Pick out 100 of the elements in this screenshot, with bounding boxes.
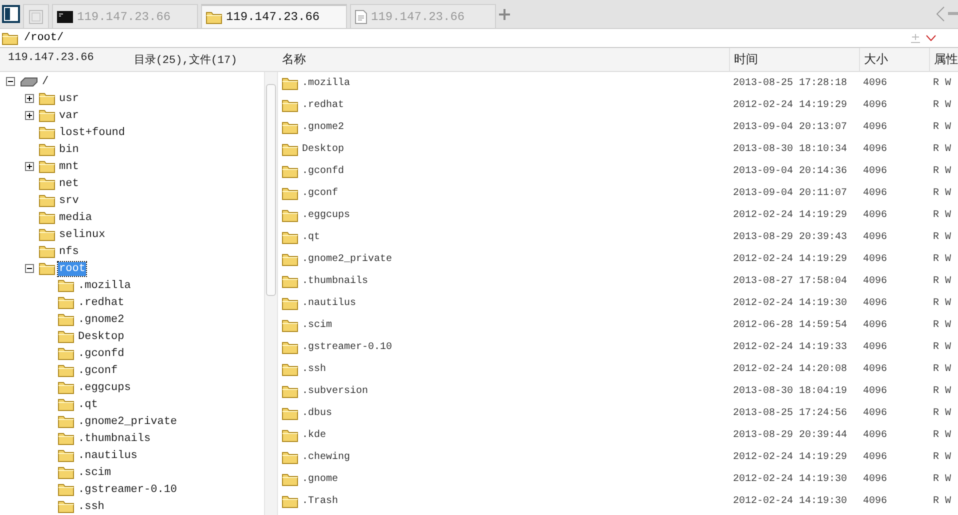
file-size: 4096 <box>862 452 888 462</box>
file-size: 4096 <box>862 298 888 308</box>
tree-item[interactable]: usr <box>58 92 80 106</box>
attributes: R W <box>932 386 952 396</box>
folder-icon <box>282 186 298 200</box>
tab[interactable]: 119.147.23.66 <box>201 4 347 28</box>
file-size: 4096 <box>862 430 888 440</box>
folder-icon <box>282 318 298 332</box>
folder-icon <box>58 347 74 360</box>
expand-icon[interactable] <box>25 162 34 171</box>
blank-page-icon <box>29 10 43 24</box>
file-name[interactable]: .thumbnails <box>302 276 368 286</box>
file-name[interactable]: .ssh <box>302 364 326 374</box>
modified-time: 2013-08-25 17:24:56 <box>732 408 848 418</box>
modified-time: 2012-02-24 14:19:29 <box>732 210 848 220</box>
attributes: R W <box>932 452 952 462</box>
file-name[interactable]: .dbus <box>302 408 332 418</box>
file-size: 4096 <box>862 474 888 484</box>
modified-time: 2012-02-24 14:19:30 <box>732 474 848 484</box>
file-name[interactable]: .chewing <box>302 452 350 462</box>
file-size: 4096 <box>862 166 888 176</box>
folder-icon <box>282 230 298 244</box>
address-field[interactable]: /root/ <box>24 32 905 44</box>
tree-item[interactable]: mnt <box>58 160 80 174</box>
tree-item[interactable]: nfs <box>58 244 80 258</box>
folder-icon <box>58 279 74 292</box>
folder-icon <box>58 415 74 428</box>
modified-time: 2013-08-29 20:39:43 <box>732 232 848 242</box>
tree-item[interactable]: .eggcups <box>77 380 132 394</box>
file-name[interactable]: .kde <box>302 430 326 440</box>
tree-item[interactable]: .gnome2 <box>77 312 126 326</box>
tree-item[interactable]: .qt <box>77 398 99 412</box>
file-name[interactable]: .gnome2_private <box>302 254 392 264</box>
modified-time: 2012-02-24 14:19:29 <box>732 452 848 462</box>
tree-item[interactable]: srv <box>58 194 80 208</box>
modified-time: 2013-09-04 20:11:07 <box>732 188 848 198</box>
expand-icon[interactable] <box>25 111 34 120</box>
folder-icon <box>282 120 298 134</box>
sidebar-toggle-icon[interactable] <box>2 5 20 23</box>
tree-item[interactable]: .redhat <box>77 296 126 310</box>
modified-time: 2013-08-25 17:28:18 <box>732 78 848 88</box>
file-name[interactable]: .gstreamer-0.10 <box>302 342 392 352</box>
column-header[interactable]: 名称 <box>278 48 730 71</box>
tree-item[interactable]: net <box>58 176 80 190</box>
file-name[interactable]: .subversion <box>302 386 368 396</box>
column-header[interactable]: 时间 <box>730 48 860 71</box>
tree-item[interactable]: / <box>41 74 50 88</box>
add-tab-icon[interactable] <box>499 8 510 20</box>
file-name[interactable]: .nautilus <box>302 298 356 308</box>
folder-icon <box>282 472 298 486</box>
tree-item[interactable]: lost+found <box>58 126 126 140</box>
file-name[interactable]: .gnome <box>302 474 338 484</box>
file-name[interactable]: .redhat <box>302 100 344 110</box>
tree-item[interactable]: .gconfd <box>77 346 126 360</box>
file-name[interactable]: .eggcups <box>302 210 350 220</box>
attributes: R W <box>932 430 952 440</box>
tree-item[interactable]: .ssh <box>77 500 106 514</box>
tree-item[interactable]: .scim <box>77 466 112 480</box>
file-name[interactable]: .gnome2 <box>302 122 344 132</box>
folder-icon <box>282 164 298 178</box>
tree-item[interactable]: .thumbnails <box>77 432 152 446</box>
folder-icon <box>58 296 74 309</box>
file-name[interactable]: Desktop <box>302 144 344 154</box>
tree-item[interactable]: .gconf <box>77 364 119 378</box>
tree-item[interactable]: .nautilus <box>77 448 138 462</box>
tree-item[interactable]: Desktop <box>77 330 126 344</box>
column-header[interactable]: 属性 <box>930 48 958 71</box>
tree-item[interactable]: bin <box>58 142 80 156</box>
tree-item[interactable]: .mozilla <box>77 278 132 292</box>
file-name[interactable]: .qt <box>302 232 320 242</box>
folder-icon <box>282 252 298 266</box>
tree-item[interactable]: .gstreamer-0.10 <box>77 482 178 496</box>
column-header[interactable]: 大小 <box>860 48 930 71</box>
modified-time: 2013-09-04 20:13:07 <box>732 122 848 132</box>
attributes: R W <box>932 254 952 264</box>
tree-item[interactable]: selinux <box>58 228 106 242</box>
scrollbar[interactable] <box>264 72 278 515</box>
file-size: 4096 <box>862 232 888 242</box>
file-name[interactable]: .mozilla <box>302 78 350 88</box>
attributes: R W <box>932 188 952 198</box>
collapse-icon[interactable] <box>6 77 15 86</box>
file-size: 4096 <box>862 342 888 352</box>
attributes: R W <box>932 78 952 88</box>
file-size: 4096 <box>862 78 888 88</box>
file-name[interactable]: .gconfd <box>302 166 344 176</box>
tree-item[interactable]: .gnome2_private <box>77 414 178 428</box>
file-name[interactable]: .scim <box>302 320 332 330</box>
collapse-icon[interactable] <box>25 264 34 273</box>
file-name[interactable]: .gconf <box>302 188 338 198</box>
attributes: R W <box>932 166 952 176</box>
file-name[interactable]: .Trash <box>302 496 338 506</box>
folder-icon <box>282 76 298 90</box>
attributes: R W <box>932 122 952 132</box>
folder-icon <box>39 160 55 173</box>
tree-item[interactable]: var <box>58 108 80 122</box>
expand-icon[interactable] <box>25 94 34 103</box>
folder-icon <box>282 450 298 464</box>
modified-time: 2013-08-30 18:10:34 <box>732 144 848 154</box>
file-size: 4096 <box>862 144 888 154</box>
tree-item[interactable]: media <box>58 210 94 224</box>
